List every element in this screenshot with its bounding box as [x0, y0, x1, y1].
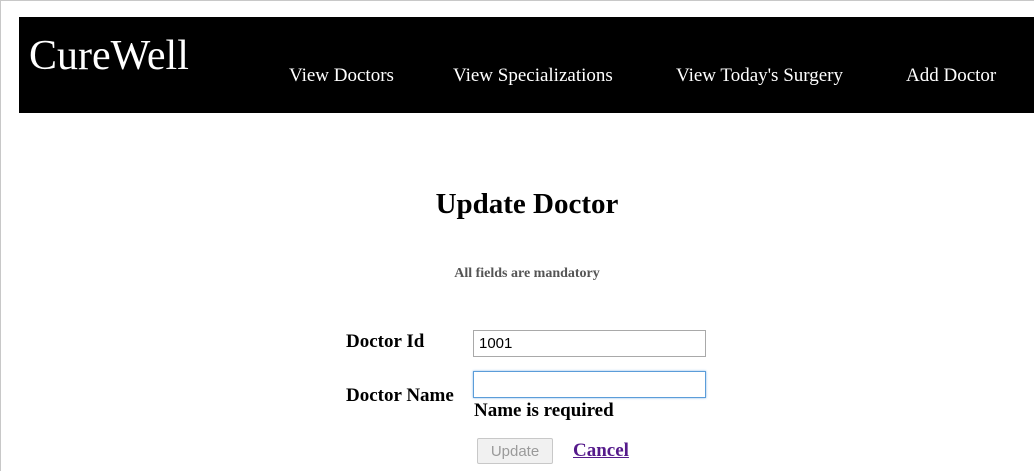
- cancel-link[interactable]: Cancel: [573, 439, 629, 463]
- mandatory-note: All fields are mandatory: [454, 266, 600, 281]
- brand-logo[interactable]: CureWell: [29, 31, 189, 81]
- nav-link-view-todays-surgery[interactable]: View Today's Surgery: [676, 64, 843, 88]
- nav-link-add-doctor[interactable]: Add Doctor: [906, 64, 996, 88]
- top-navbar: CureWell View Doctors View Specializatio…: [19, 17, 1034, 113]
- doctor-id-input[interactable]: [473, 330, 706, 357]
- doctor-id-label: Doctor Id: [346, 331, 425, 352]
- doctor-name-label: Doctor Name: [346, 385, 454, 406]
- nav-link-view-specializations[interactable]: View Specializations: [453, 64, 613, 88]
- doctor-name-input[interactable]: [473, 371, 706, 398]
- update-button[interactable]: Update: [477, 438, 553, 464]
- doctor-name-error: Name is required: [474, 400, 614, 421]
- nav-link-view-doctors[interactable]: View Doctors: [289, 64, 394, 88]
- page-title: Update Doctor: [435, 188, 619, 220]
